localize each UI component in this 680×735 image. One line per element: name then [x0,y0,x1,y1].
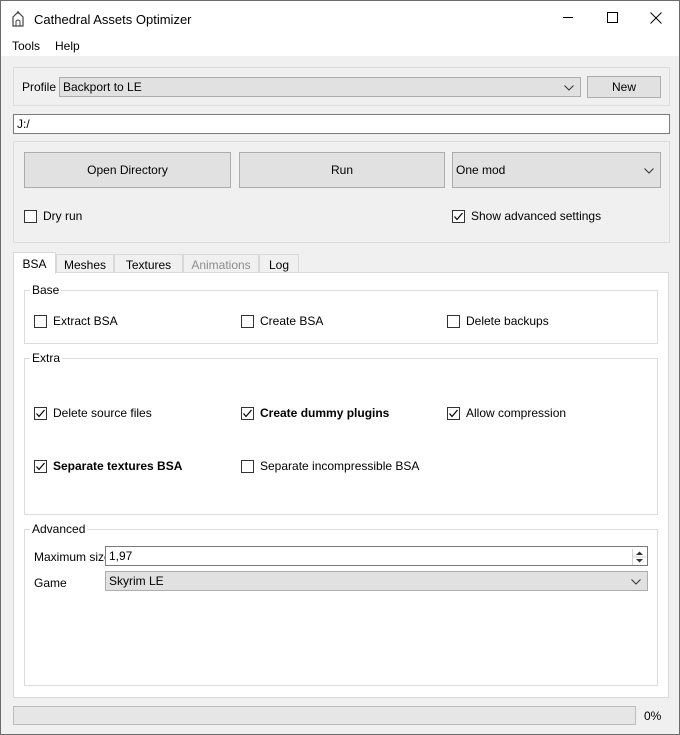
game-dropdown[interactable]: Skyrim LE [105,571,648,591]
tab-textures[interactable]: Textures [114,254,183,274]
checkbox-box [34,406,47,420]
spin-buttons[interactable] [632,549,646,565]
checkbox-box [34,314,47,328]
delete-source-files-checkbox[interactable]: Delete source files [34,406,152,420]
create-dummy-plugins-checkbox[interactable]: Create dummy plugins [241,406,389,420]
tab-log[interactable]: Log [259,254,299,274]
checkbox-box [447,406,460,420]
minimize-button[interactable] [545,1,591,37]
main-window: Cathedral Assets Optimizer Tools Help Pr… [0,0,680,735]
profile-selected: Backport to LE [63,80,142,94]
game-selected: Skyrim LE [109,574,164,588]
checkbox-box [447,314,460,328]
create-dummy-plugins-label: Create dummy plugins [260,406,390,420]
maximize-icon [606,12,618,26]
chevron-down-icon [564,80,574,94]
extra-group-title: Extra [30,351,63,365]
separate-textures-bsa-label: Separate textures BSA [53,459,183,473]
tab-meshes[interactable]: Meshes [56,254,114,274]
mode-selected: One mod [456,163,506,177]
delete-backups-label: Delete backups [466,314,549,328]
bsa-tab-panel: Base Extract BSA Create BSA Delete backu… [13,272,669,698]
separate-textures-bsa-checkbox[interactable]: Separate textures BSA [34,459,182,473]
show-advanced-label: Show advanced settings [471,209,602,223]
progress-text: 0% [644,709,662,723]
advanced-group-title: Advanced [30,522,88,536]
extra-group [24,358,658,515]
checkmark-icon [243,409,252,417]
tab-bsa[interactable]: BSA [13,252,56,274]
create-bsa-checkbox[interactable]: Create BSA [241,314,323,328]
checkbox-box [452,209,465,223]
title-bar[interactable]: Cathedral Assets Optimizer [1,1,679,37]
chevron-down-icon [631,574,641,588]
checkbox-box [24,209,37,223]
actions-group: Open Directory Run One mod Dry run Show … [13,141,670,243]
checkbox-box [241,459,254,473]
extract-bsa-checkbox[interactable]: Extract BSA [34,314,118,328]
menu-bar: Tools Help [1,37,679,56]
profile-group: Profile Backport to LE New [13,67,670,106]
dry-run-checkbox[interactable]: Dry run [24,209,82,223]
cathedral-app-icon [11,11,25,27]
tab-animations: Animations [183,254,259,274]
chevron-down-icon [644,163,654,177]
allow-compression-checkbox[interactable]: Allow compression [447,406,566,420]
base-group-title: Base [30,283,62,297]
base-group [24,290,658,344]
checkmark-icon [454,212,463,220]
checkbox-box [241,406,254,420]
maximum-size-label: Maximum size [34,550,111,564]
delete-backups-checkbox[interactable]: Delete backups [447,314,549,328]
checkmark-icon [36,462,45,470]
menu-tools[interactable]: Tools [12,39,40,53]
profile-label: Profile [22,80,57,94]
maximize-button[interactable] [589,1,635,37]
run-button[interactable]: Run [239,152,445,188]
game-label: Game [34,576,67,590]
close-button[interactable] [633,1,679,37]
checkbox-box [241,314,254,328]
window-title: Cathedral Assets Optimizer [34,12,192,27]
open-directory-button[interactable]: Open Directory [24,152,231,188]
maximum-size-spinbox[interactable]: 1,97 [105,546,648,566]
spin-down-icon [636,559,643,563]
path-value: J:/ [17,117,30,131]
new-profile-button[interactable]: New [587,76,661,98]
separate-incompressible-bsa-label: Separate incompressible BSA [260,459,420,473]
mode-dropdown[interactable]: One mod [452,152,661,188]
checkbox-box [34,459,47,473]
close-icon [650,11,662,27]
minimize-icon [562,12,574,26]
checkmark-icon [449,409,458,417]
path-input[interactable]: J:/ [13,114,670,134]
extract-bsa-label: Extract BSA [53,314,118,328]
checkmark-icon [36,409,45,417]
profile-dropdown[interactable]: Backport to LE [59,77,581,97]
progress-bar [13,706,636,725]
separate-incompressible-bsa-checkbox[interactable]: Separate incompressible BSA [241,459,419,473]
menu-help[interactable]: Help [55,39,80,53]
spin-up-icon [636,551,643,555]
allow-compression-label: Allow compression [466,406,567,420]
create-bsa-label: Create BSA [260,314,324,328]
show-advanced-checkbox[interactable]: Show advanced settings [452,209,601,223]
maximum-size-value: 1,97 [109,549,133,563]
dry-run-label: Dry run [43,209,83,223]
delete-source-files-label: Delete source files [53,406,152,420]
